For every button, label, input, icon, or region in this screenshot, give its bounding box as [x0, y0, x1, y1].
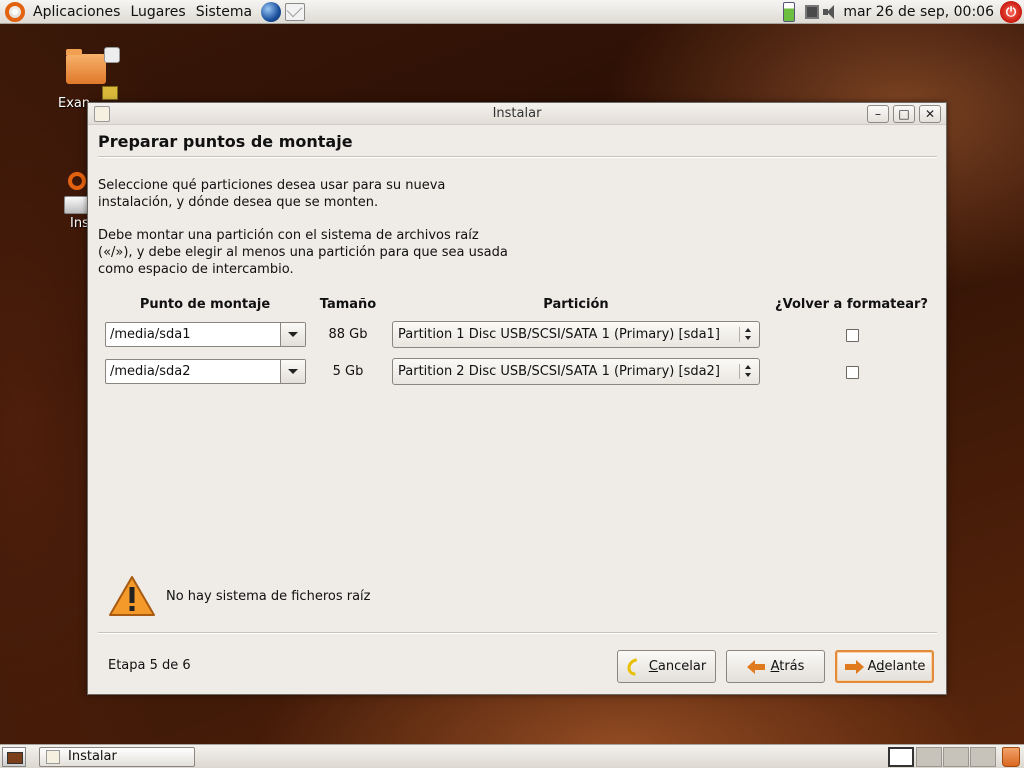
cancel-button[interactable]: Cancelar — [617, 650, 716, 683]
volume-icon[interactable] — [823, 5, 839, 19]
installer-window: Instalar – □ ✕ Preparar puntos de montaj… — [87, 102, 947, 695]
chevron-down-icon — [288, 369, 298, 374]
arrow-right-icon — [844, 659, 864, 675]
step-indicator: Etapa 5 de 6 — [108, 658, 191, 673]
mail-client-icon[interactable] — [285, 2, 306, 21]
ubuntu-logo-icon[interactable] — [5, 1, 25, 22]
divider — [98, 156, 937, 158]
chevron-down-icon — [288, 332, 298, 337]
symlink-emblem-icon — [104, 47, 120, 63]
web-browser-icon[interactable] — [261, 1, 282, 22]
system-tray: mar 26 de sep, 00:06 ⏻ — [783, 0, 1024, 24]
ubuntu-logo-icon — [68, 172, 86, 190]
trash-icon[interactable] — [1002, 747, 1020, 767]
page-title: Preparar puntos de montaje — [98, 132, 353, 151]
column-header-size: Tamaño — [319, 297, 377, 312]
folder-icon[interactable] — [66, 49, 106, 84]
warning-message: No hay sistema de ficheros raíz — [166, 589, 371, 604]
menu-applications[interactable]: Aplicaciones — [28, 4, 125, 20]
column-header-partition: Partición — [543, 297, 609, 312]
arrow-left-icon — [746, 659, 767, 675]
intro-text: Seleccione qué particiones desea usar pa… — [98, 178, 446, 210]
window-title: Instalar — [492, 106, 542, 121]
spinner-arrows-icon — [739, 327, 754, 342]
back-button[interactable]: Atrás — [726, 650, 825, 683]
clock[interactable]: mar 26 de sep, 00:06 — [843, 4, 994, 20]
menu-places[interactable]: Lugares — [125, 4, 190, 20]
power-icon[interactable]: ⏻ — [1000, 1, 1022, 23]
warning-icon — [109, 576, 155, 616]
dropdown-button[interactable] — [280, 360, 305, 383]
reformat-checkbox[interactable] — [846, 366, 859, 379]
installer-icon — [46, 750, 60, 764]
maximize-button[interactable]: □ — [893, 105, 915, 123]
forward-button-label: Adelante — [867, 659, 926, 674]
requirement-text: Debe montar una partición con el sistema… — [98, 228, 508, 277]
partition-select-value: Partition 1 Disc USB/SCSI/SATA 1 (Primar… — [398, 327, 720, 342]
lock-icon — [102, 86, 118, 100]
battery-icon[interactable] — [783, 2, 796, 22]
partition-select[interactable]: Partition 1 Disc USB/SCSI/SATA 1 (Primar… — [392, 321, 760, 348]
workspace-3[interactable] — [943, 747, 969, 767]
partition-size: 5 Gb — [332, 364, 364, 379]
desktop-icon-label[interactable]: Exan — [58, 96, 90, 111]
forward-button[interactable]: Adelante — [835, 650, 934, 683]
workspace-1[interactable] — [888, 747, 914, 767]
partition-select[interactable]: Partition 2 Disc USB/SCSI/SATA 1 (Primar… — [392, 358, 760, 385]
show-desktop-icon[interactable] — [2, 747, 26, 767]
undo-icon — [623, 654, 648, 679]
mount-point-input[interactable]: /media/sda1 — [106, 323, 280, 346]
bottom-panel: Instalar — [0, 744, 1024, 768]
network-icon[interactable] — [805, 5, 820, 19]
mount-point-combo[interactable]: /media/sda2 — [105, 359, 306, 384]
divider — [98, 632, 937, 634]
reformat-checkbox[interactable] — [846, 329, 859, 342]
mount-point-input[interactable]: /media/sda2 — [106, 360, 280, 383]
column-header-mount: Punto de montaje — [139, 297, 271, 312]
workspace-4[interactable] — [970, 747, 996, 767]
back-button-label: Atrás — [770, 659, 805, 674]
dropdown-button[interactable] — [280, 323, 305, 346]
menu-system[interactable]: Sistema — [191, 4, 257, 20]
partition-select-value: Partition 2 Disc USB/SCSI/SATA 1 (Primar… — [398, 364, 720, 379]
spinner-arrows-icon — [739, 364, 754, 379]
close-button[interactable]: ✕ — [919, 105, 941, 123]
titlebar[interactable]: Instalar – □ ✕ — [88, 103, 946, 125]
workspace-2[interactable] — [916, 747, 942, 767]
taskbar-item-installer[interactable]: Instalar — [39, 747, 195, 767]
partition-size: 88 Gb — [328, 327, 368, 342]
mount-point-combo[interactable]: /media/sda1 — [105, 322, 306, 347]
column-header-reformat: ¿Volver a formatear? — [775, 297, 928, 312]
minimize-button[interactable]: – — [867, 105, 889, 123]
taskbar-item-label: Instalar — [68, 749, 117, 764]
cancel-button-label: Cancelar — [648, 659, 707, 674]
top-panel: Aplicaciones Lugares Sistema mar 26 de s… — [0, 0, 1024, 24]
